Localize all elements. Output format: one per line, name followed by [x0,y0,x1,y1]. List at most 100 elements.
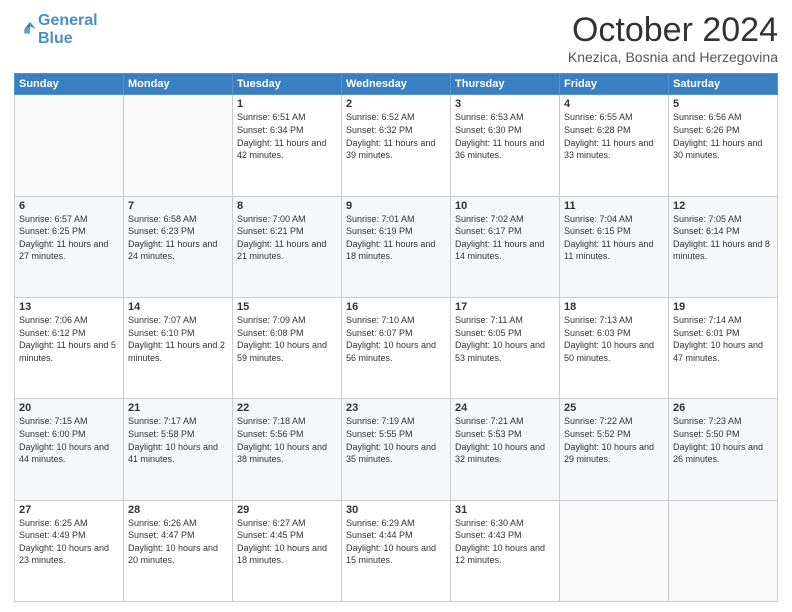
table-row: 6Sunrise: 6:57 AMSunset: 6:25 PMDaylight… [15,196,124,297]
day-info: Sunrise: 6:51 AMSunset: 6:34 PMDaylight:… [237,111,337,161]
calendar-week-4: 20Sunrise: 7:15 AMSunset: 6:00 PMDayligh… [15,399,778,500]
day-info: Sunrise: 7:18 AMSunset: 5:56 PMDaylight:… [237,415,337,465]
calendar-week-5: 27Sunrise: 6:25 AMSunset: 4:49 PMDayligh… [15,500,778,601]
table-row: 4Sunrise: 6:55 AMSunset: 6:28 PMDaylight… [560,95,669,196]
table-row: 7Sunrise: 6:58 AMSunset: 6:23 PMDaylight… [124,196,233,297]
table-row [15,95,124,196]
day-info: Sunrise: 6:53 AMSunset: 6:30 PMDaylight:… [455,111,555,161]
month-title: October 2024 [568,12,778,49]
table-row: 3Sunrise: 6:53 AMSunset: 6:30 PMDaylight… [451,95,560,196]
day-number: 24 [455,402,555,414]
day-info: Sunrise: 7:23 AMSunset: 5:50 PMDaylight:… [673,415,773,465]
day-number: 1 [237,98,337,110]
table-row: 24Sunrise: 7:21 AMSunset: 5:53 PMDayligh… [451,399,560,500]
day-number: 17 [455,301,555,313]
logo-icon [14,19,36,41]
col-sunday: Sunday [15,74,124,95]
table-row: 30Sunrise: 6:29 AMSunset: 4:44 PMDayligh… [342,500,451,601]
table-row: 10Sunrise: 7:02 AMSunset: 6:17 PMDayligh… [451,196,560,297]
table-row: 26Sunrise: 7:23 AMSunset: 5:50 PMDayligh… [669,399,778,500]
day-number: 22 [237,402,337,414]
table-row: 23Sunrise: 7:19 AMSunset: 5:55 PMDayligh… [342,399,451,500]
day-info: Sunrise: 7:15 AMSunset: 6:00 PMDaylight:… [19,415,119,465]
col-wednesday: Wednesday [342,74,451,95]
table-row: 8Sunrise: 7:00 AMSunset: 6:21 PMDaylight… [233,196,342,297]
day-number: 30 [346,504,446,516]
table-row: 14Sunrise: 7:07 AMSunset: 6:10 PMDayligh… [124,298,233,399]
calendar-table: Sunday Monday Tuesday Wednesday Thursday… [14,73,778,602]
day-info: Sunrise: 6:57 AMSunset: 6:25 PMDaylight:… [19,213,119,263]
day-number: 20 [19,402,119,414]
table-row: 11Sunrise: 7:04 AMSunset: 6:15 PMDayligh… [560,196,669,297]
table-row: 31Sunrise: 6:30 AMSunset: 4:43 PMDayligh… [451,500,560,601]
calendar-week-2: 6Sunrise: 6:57 AMSunset: 6:25 PMDaylight… [15,196,778,297]
table-row: 12Sunrise: 7:05 AMSunset: 6:14 PMDayligh… [669,196,778,297]
day-number: 5 [673,98,773,110]
day-info: Sunrise: 7:02 AMSunset: 6:17 PMDaylight:… [455,213,555,263]
day-number: 29 [237,504,337,516]
table-row: 5Sunrise: 6:56 AMSunset: 6:26 PMDaylight… [669,95,778,196]
table-row: 15Sunrise: 7:09 AMSunset: 6:08 PMDayligh… [233,298,342,399]
day-info: Sunrise: 6:58 AMSunset: 6:23 PMDaylight:… [128,213,228,263]
day-number: 14 [128,301,228,313]
table-row [669,500,778,601]
table-row: 21Sunrise: 7:17 AMSunset: 5:58 PMDayligh… [124,399,233,500]
day-info: Sunrise: 7:19 AMSunset: 5:55 PMDaylight:… [346,415,446,465]
table-row: 17Sunrise: 7:11 AMSunset: 6:05 PMDayligh… [451,298,560,399]
col-tuesday: Tuesday [233,74,342,95]
day-info: Sunrise: 7:00 AMSunset: 6:21 PMDaylight:… [237,213,337,263]
day-info: Sunrise: 6:55 AMSunset: 6:28 PMDaylight:… [564,111,664,161]
table-row: 2Sunrise: 6:52 AMSunset: 6:32 PMDaylight… [342,95,451,196]
table-row [560,500,669,601]
day-info: Sunrise: 7:22 AMSunset: 5:52 PMDaylight:… [564,415,664,465]
day-number: 21 [128,402,228,414]
title-area: October 2024 Knezica, Bosnia and Herzego… [568,12,778,65]
day-number: 3 [455,98,555,110]
table-row [124,95,233,196]
col-friday: Friday [560,74,669,95]
table-row: 29Sunrise: 6:27 AMSunset: 4:45 PMDayligh… [233,500,342,601]
day-number: 4 [564,98,664,110]
table-row: 22Sunrise: 7:18 AMSunset: 5:56 PMDayligh… [233,399,342,500]
day-info: Sunrise: 7:09 AMSunset: 6:08 PMDaylight:… [237,314,337,364]
day-number: 15 [237,301,337,313]
table-row: 1Sunrise: 6:51 AMSunset: 6:34 PMDaylight… [233,95,342,196]
day-number: 19 [673,301,773,313]
calendar-week-1: 1Sunrise: 6:51 AMSunset: 6:34 PMDaylight… [15,95,778,196]
day-number: 2 [346,98,446,110]
logo-text: General Blue [38,12,98,47]
location: Knezica, Bosnia and Herzegovina [568,49,778,65]
day-number: 27 [19,504,119,516]
day-number: 8 [237,200,337,212]
logo: General Blue [14,12,98,47]
day-info: Sunrise: 7:06 AMSunset: 6:12 PMDaylight:… [19,314,119,364]
day-info: Sunrise: 7:21 AMSunset: 5:53 PMDaylight:… [455,415,555,465]
col-thursday: Thursday [451,74,560,95]
day-info: Sunrise: 7:14 AMSunset: 6:01 PMDaylight:… [673,314,773,364]
day-info: Sunrise: 7:05 AMSunset: 6:14 PMDaylight:… [673,213,773,263]
day-info: Sunrise: 6:56 AMSunset: 6:26 PMDaylight:… [673,111,773,161]
day-info: Sunrise: 7:13 AMSunset: 6:03 PMDaylight:… [564,314,664,364]
table-row: 20Sunrise: 7:15 AMSunset: 6:00 PMDayligh… [15,399,124,500]
header: General Blue October 2024 Knezica, Bosni… [14,12,778,65]
day-info: Sunrise: 7:07 AMSunset: 6:10 PMDaylight:… [128,314,228,364]
day-number: 6 [19,200,119,212]
col-saturday: Saturday [669,74,778,95]
day-number: 11 [564,200,664,212]
day-info: Sunrise: 7:04 AMSunset: 6:15 PMDaylight:… [564,213,664,263]
table-row: 13Sunrise: 7:06 AMSunset: 6:12 PMDayligh… [15,298,124,399]
table-row: 18Sunrise: 7:13 AMSunset: 6:03 PMDayligh… [560,298,669,399]
day-info: Sunrise: 7:01 AMSunset: 6:19 PMDaylight:… [346,213,446,263]
day-info: Sunrise: 6:26 AMSunset: 4:47 PMDaylight:… [128,517,228,567]
calendar-week-3: 13Sunrise: 7:06 AMSunset: 6:12 PMDayligh… [15,298,778,399]
day-number: 10 [455,200,555,212]
table-row: 27Sunrise: 6:25 AMSunset: 4:49 PMDayligh… [15,500,124,601]
day-number: 25 [564,402,664,414]
day-number: 16 [346,301,446,313]
table-row: 9Sunrise: 7:01 AMSunset: 6:19 PMDaylight… [342,196,451,297]
table-row: 28Sunrise: 6:26 AMSunset: 4:47 PMDayligh… [124,500,233,601]
calendar-header-row: Sunday Monday Tuesday Wednesday Thursday… [15,74,778,95]
day-number: 7 [128,200,228,212]
day-number: 9 [346,200,446,212]
day-number: 31 [455,504,555,516]
